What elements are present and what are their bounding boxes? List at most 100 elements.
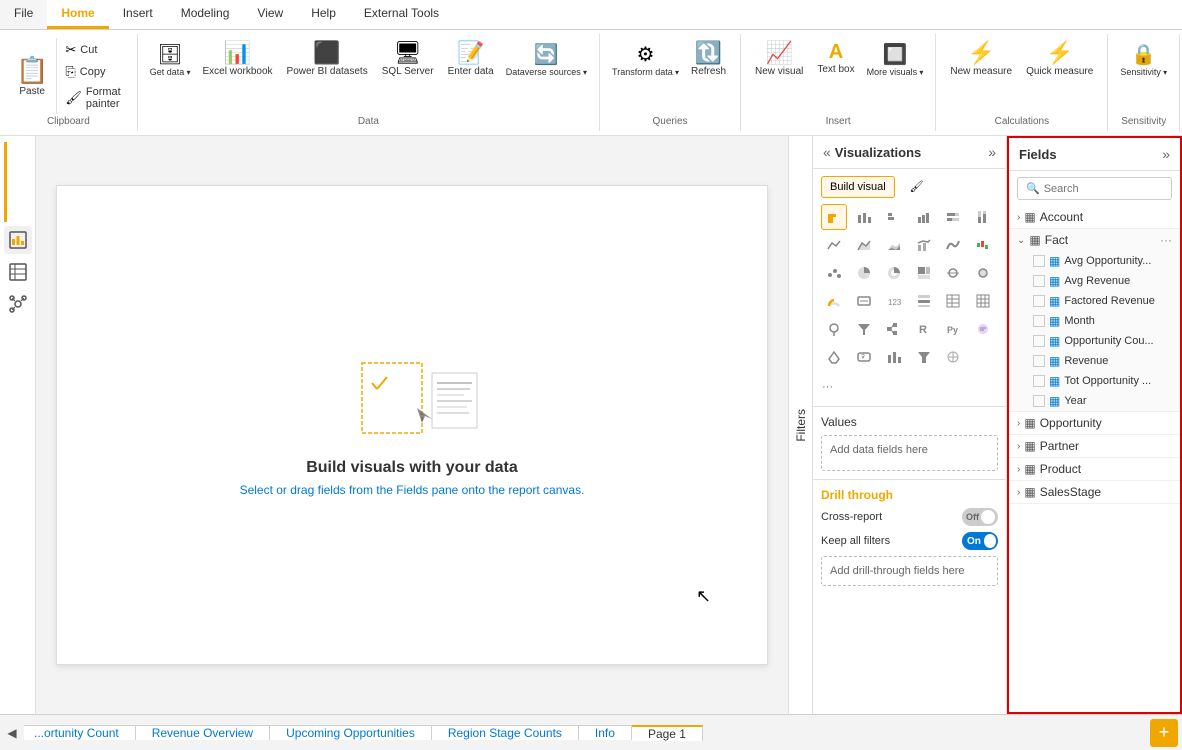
tab-view[interactable]: View bbox=[243, 0, 297, 29]
get-data-button[interactable]: 🗄 Get data bbox=[146, 38, 195, 81]
map-icon[interactable] bbox=[940, 260, 966, 286]
tab-file[interactable]: File bbox=[0, 0, 47, 29]
field-group-fact-header[interactable]: ⌄ ▦ Fact ··· bbox=[1009, 229, 1180, 251]
power-bi-datasets-button[interactable]: ⬛ Power BI datasets bbox=[281, 38, 374, 82]
quick-measure-button[interactable]: ⚡ Quick measure bbox=[1020, 38, 1099, 82]
field-item-avg-revenue[interactable]: ▦ Avg Revenue bbox=[1009, 271, 1180, 291]
tab-region-stage-counts[interactable]: Region Stage Counts bbox=[432, 725, 579, 740]
factored-revenue-checkbox[interactable] bbox=[1033, 295, 1045, 307]
ribbon-chart-icon[interactable] bbox=[940, 232, 966, 258]
custom-viz-icon[interactable] bbox=[940, 344, 966, 370]
filled-map-icon[interactable] bbox=[970, 260, 996, 286]
paste-button[interactable]: 📋 Paste bbox=[8, 38, 57, 114]
tab-insert[interactable]: Insert bbox=[109, 0, 167, 29]
data-view-icon[interactable] bbox=[4, 258, 32, 286]
stacked-column-icon[interactable] bbox=[851, 204, 877, 230]
tab-page-1[interactable]: Page 1 bbox=[632, 725, 703, 741]
fact-more-button[interactable]: ··· bbox=[1160, 233, 1172, 247]
smart-narrative-icon[interactable] bbox=[970, 316, 996, 342]
text-box-button[interactable]: A Text box bbox=[811, 38, 860, 80]
table-viz-icon[interactable] bbox=[940, 288, 966, 314]
slicer-icon[interactable] bbox=[911, 288, 937, 314]
cut-button[interactable]: ✂ Cut bbox=[61, 40, 124, 60]
tab-help[interactable]: Help bbox=[297, 0, 350, 29]
avg-opportunity-checkbox[interactable] bbox=[1033, 255, 1045, 267]
area-chart-icon[interactable] bbox=[851, 232, 877, 258]
format-visual-tab[interactable]: 🖌 bbox=[901, 175, 933, 198]
waterfall-icon[interactable] bbox=[970, 232, 996, 258]
text-filter-icon[interactable] bbox=[851, 316, 877, 342]
stacked-bar-icon[interactable] bbox=[821, 204, 847, 230]
canvas-area[interactable]: Build visuals with your data Select or d… bbox=[36, 136, 788, 714]
tab-info[interactable]: Info bbox=[579, 725, 632, 740]
fields-search-box[interactable]: 🔍 bbox=[1017, 177, 1172, 200]
scroll-left-button[interactable]: ◀ bbox=[0, 715, 24, 750]
excel-button[interactable]: 📊 Excel workbook bbox=[197, 38, 279, 82]
bar-chart2-icon[interactable] bbox=[881, 344, 907, 370]
clustered-bar-icon[interactable] bbox=[881, 204, 907, 230]
new-measure-button[interactable]: ⚡ New measure bbox=[944, 38, 1018, 82]
tot-opportunity-checkbox[interactable] bbox=[1033, 375, 1045, 387]
shape-map-icon[interactable] bbox=[821, 344, 847, 370]
fields-expand-button[interactable]: » bbox=[1162, 146, 1170, 162]
azure-map-icon[interactable] bbox=[821, 316, 847, 342]
sensitivity-button[interactable]: 🔒 Sensitivity bbox=[1116, 38, 1171, 81]
field-item-factored-revenue[interactable]: ▦ Factored Revenue bbox=[1009, 291, 1180, 311]
values-drop-zone[interactable]: Add data fields here bbox=[821, 435, 998, 471]
field-group-account-header[interactable]: › ▦ Account bbox=[1009, 206, 1180, 228]
model-view-icon[interactable] bbox=[4, 290, 32, 318]
opportunity-count-checkbox[interactable] bbox=[1033, 335, 1045, 347]
fields-search-input[interactable] bbox=[1044, 183, 1163, 195]
r-visual-icon[interactable]: R bbox=[911, 316, 937, 342]
line-chart-icon[interactable] bbox=[821, 232, 847, 258]
field-item-tot-opportunity[interactable]: ▦ Tot Opportunity ... bbox=[1009, 371, 1180, 391]
scatter-icon[interactable] bbox=[821, 260, 847, 286]
tab-external-tools[interactable]: External Tools bbox=[350, 0, 453, 29]
line-stacked-icon[interactable] bbox=[911, 232, 937, 258]
field-group-product-header[interactable]: › ▦ Product bbox=[1009, 458, 1180, 480]
sql-server-button[interactable]: 🖥 SQL Server bbox=[376, 38, 440, 82]
field-item-year[interactable]: ▦ Year bbox=[1009, 391, 1180, 411]
report-view-icon[interactable] bbox=[4, 226, 32, 254]
100-stacked-column-icon[interactable] bbox=[970, 204, 996, 230]
matrix-icon[interactable] bbox=[970, 288, 996, 314]
tab-modeling[interactable]: Modeling bbox=[167, 0, 244, 29]
tab-home[interactable]: Home bbox=[47, 0, 108, 29]
100-stacked-bar-icon[interactable] bbox=[940, 204, 966, 230]
python-icon[interactable]: Py bbox=[940, 316, 966, 342]
filters-panel[interactable]: Filters bbox=[788, 136, 812, 714]
kpi-icon[interactable]: 123 bbox=[881, 288, 907, 314]
field-item-opportunity-count[interactable]: ▦ Opportunity Cou... bbox=[1009, 331, 1180, 351]
tab-opportunity-count[interactable]: ...ortunity Count bbox=[24, 725, 136, 740]
copy-button[interactable]: ⎘ Copy bbox=[61, 62, 124, 82]
enter-data-button[interactable]: 📝 Enter data bbox=[442, 38, 500, 82]
transform-data-button[interactable]: ⚙ Transform data bbox=[608, 38, 683, 81]
more-visuals-button[interactable]: 🔲 More visuals bbox=[863, 38, 928, 81]
funnel-icon[interactable] bbox=[911, 344, 937, 370]
field-item-month[interactable]: ▦ Month bbox=[1009, 311, 1180, 331]
keep-filters-toggle[interactable]: On bbox=[962, 532, 998, 550]
viz-collapse-button[interactable]: « bbox=[823, 144, 831, 160]
gauge-icon[interactable] bbox=[821, 288, 847, 314]
dataverse-button[interactable]: 🔄 Dataverse sources bbox=[502, 38, 591, 81]
treemap-icon[interactable] bbox=[911, 260, 937, 286]
month-checkbox[interactable] bbox=[1033, 315, 1045, 327]
build-visual-tab[interactable]: Build visual bbox=[821, 176, 895, 198]
avg-revenue-checkbox[interactable] bbox=[1033, 275, 1045, 287]
decomp-tree-icon[interactable] bbox=[881, 316, 907, 342]
year-checkbox[interactable] bbox=[1033, 395, 1045, 407]
tab-revenue-overview[interactable]: Revenue Overview bbox=[136, 725, 270, 740]
cross-report-toggle[interactable]: Off bbox=[962, 508, 998, 526]
field-group-salesstage-header[interactable]: › ▦ SalesStage bbox=[1009, 481, 1180, 503]
refresh-button[interactable]: 🔃 Refresh bbox=[685, 38, 732, 82]
donut-icon[interactable] bbox=[881, 260, 907, 286]
new-visual-button[interactable]: 📈 New visual bbox=[749, 38, 809, 82]
pie-chart-icon[interactable] bbox=[851, 260, 877, 286]
card-icon[interactable] bbox=[851, 288, 877, 314]
revenue-checkbox[interactable] bbox=[1033, 355, 1045, 367]
clustered-column-icon[interactable] bbox=[911, 204, 937, 230]
viz-expand-button[interactable]: » bbox=[988, 144, 996, 160]
tab-upcoming-opportunities[interactable]: Upcoming Opportunities bbox=[270, 725, 432, 740]
field-group-opportunity-header[interactable]: › ▦ Opportunity bbox=[1009, 412, 1180, 434]
drill-drop-zone[interactable]: Add drill-through fields here bbox=[821, 556, 998, 586]
